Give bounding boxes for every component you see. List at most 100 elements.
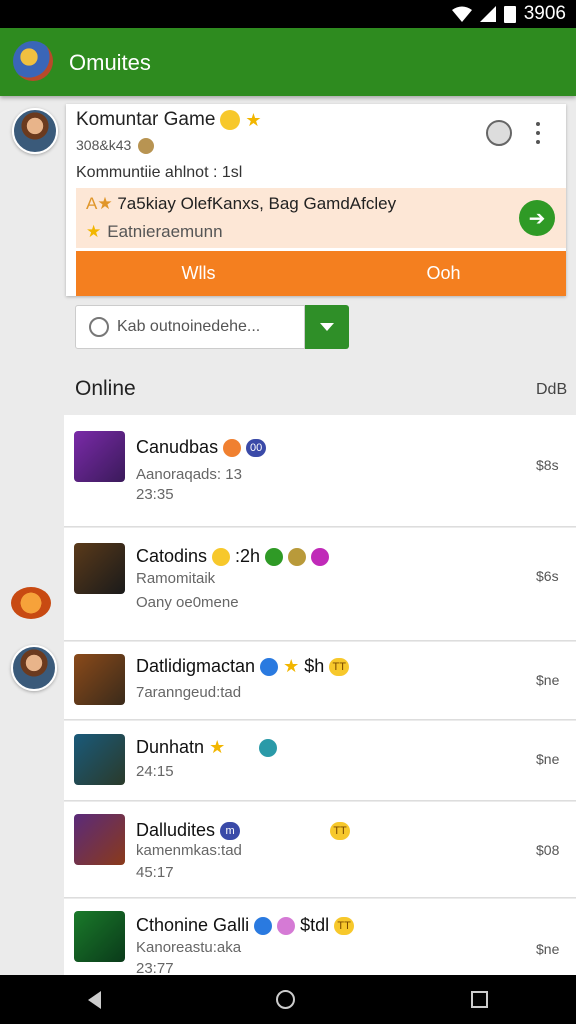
row-price: $ne	[536, 941, 560, 957]
game-card: Komuntar Game ★ 308&k43 Kommuntiie ahlno…	[66, 104, 566, 296]
row-title-text: Canudbas	[136, 437, 219, 457]
dropdown-button[interactable]	[305, 305, 349, 349]
status-bar: 3906	[0, 0, 576, 28]
badge-icon	[265, 547, 284, 566]
badge-icon	[288, 547, 307, 566]
smiley-icon	[212, 547, 231, 566]
avatar[interactable]	[12, 108, 58, 154]
row-title: Canudbas 00	[136, 437, 267, 458]
game-icon	[74, 543, 125, 594]
row-title-text: Catodins	[136, 546, 208, 566]
badge-icon	[259, 738, 278, 757]
row-title-extra: $tdl	[300, 915, 330, 935]
badge-icon: 00	[246, 438, 267, 457]
list-item[interactable]: Catodins :2h Ramomitaik Oany oe0mene $6s	[64, 528, 576, 641]
row-title-text: Datlidigmactan	[136, 656, 256, 676]
action-bar: Wlls Ooh	[76, 251, 566, 296]
row-price: $08	[536, 842, 560, 858]
row-title: Catodins :2h	[136, 546, 330, 567]
home-icon[interactable]	[276, 990, 296, 1009]
row-line: 23:77	[136, 960, 174, 975]
badge-icon: TT	[330, 821, 351, 840]
arrow-right-button[interactable]: ➔	[519, 200, 555, 236]
avatar[interactable]	[11, 645, 57, 691]
badge-icon	[254, 916, 273, 935]
star-icon: A★	[86, 194, 113, 213]
list-item[interactable]: Canudbas 00 Aanoraqads: 13 23:35 $8s	[64, 415, 576, 527]
promo-subtitle-label: Eatnieraemunn	[107, 222, 223, 241]
game-icon	[74, 431, 125, 482]
card-line: Kommuntiie ahlnot : 1sl	[76, 164, 243, 181]
promo-text: A★ 7a5kiay OlefKanxs, Bag GamdAfcley	[86, 194, 396, 214]
row-title-text: Dunhatn	[136, 737, 205, 757]
smiley-icon	[220, 110, 241, 130]
row-title-text: Dalludites	[136, 820, 216, 840]
row-price: $8s	[536, 457, 559, 473]
section-title: Online	[75, 377, 136, 400]
back-icon[interactable]	[87, 990, 101, 1009]
promo-subtitle: ★ Eatnieraemunn	[86, 222, 223, 242]
row-title-extra: $h	[304, 656, 325, 676]
star-icon: ★	[86, 222, 102, 241]
app-bar: Omuites	[0, 28, 576, 96]
star-icon: ★	[283, 656, 300, 676]
game-list: Canudbas 00 Aanoraqads: 13 23:35 $8s Cat…	[64, 415, 576, 975]
promo-text-label: 7a5kiay OlefKanxs, Bag GamdAfcley	[117, 194, 397, 213]
search-icon	[89, 317, 109, 337]
more-options-icon[interactable]	[531, 120, 545, 146]
row-title-text: Cthonine Galli	[136, 915, 250, 935]
badge-icon[interactable]	[11, 587, 51, 619]
cookie-icon	[138, 138, 155, 155]
app-title: Omuites	[69, 50, 151, 75]
list-item[interactable]: Cthonine Galli $tdl TT Kanoreastu:aka 23…	[64, 899, 576, 975]
navigation-bar	[0, 975, 576, 1024]
row-line: kamenmkas:tad	[136, 842, 242, 859]
star-icon: ★	[209, 737, 226, 757]
star-icon: ★	[245, 109, 262, 130]
game-icon	[74, 911, 125, 962]
status-time: 3906	[523, 3, 566, 24]
badge-icon	[311, 547, 330, 566]
badge-icon: m	[220, 821, 241, 840]
list-item[interactable]: Dalludites m TT kamenmkas:tad 45:17 $08	[64, 802, 576, 898]
search-input[interactable]: Kab outnoinedehe...	[75, 305, 305, 349]
row-title-extra: :2h	[235, 546, 261, 566]
game-icon	[74, 734, 125, 785]
status-icons: 3906	[451, 3, 566, 25]
row-line: 24:15	[136, 763, 174, 780]
row-price: $ne	[536, 672, 560, 688]
row-title: Dalludites m TT	[136, 820, 351, 841]
badge-icon	[277, 916, 296, 935]
row-line: 45:17	[136, 864, 174, 881]
signal-icon	[479, 6, 496, 22]
row-line: Oany oe0mene	[136, 594, 239, 611]
row-line: Kanoreastu:aka	[136, 939, 242, 956]
section-action[interactable]: DdB	[536, 381, 567, 399]
row-line: Aanoraqads: 13	[136, 466, 242, 483]
card-title: Komuntar Game ★	[76, 109, 262, 131]
badge-icon: TT	[334, 916, 355, 935]
card-subtitle-text: 308&k43	[76, 137, 132, 153]
row-line: 7aranngeud:tad	[136, 684, 242, 701]
row-title: Datlidigmactan ★ $h TT	[136, 656, 350, 677]
battery-icon	[503, 5, 516, 23]
app-logo-icon[interactable]	[13, 41, 53, 81]
row-line: Ramomitaik	[136, 570, 216, 587]
list-item[interactable]: Dunhatn ★ 24:15 $ne	[64, 721, 576, 801]
badge-icon: TT	[329, 657, 350, 676]
card-subtitle: 308&k43	[76, 137, 155, 155]
game-icon	[74, 654, 125, 705]
row-price: $6s	[536, 568, 559, 584]
search-text: Kab outnoinedehe...	[117, 318, 261, 335]
game-icon	[74, 814, 125, 865]
card-title-text: Komuntar Game	[76, 109, 216, 130]
row-price: $ne	[536, 751, 560, 767]
action-button-right[interactable]: Ooh	[321, 251, 566, 296]
badge-icon	[223, 438, 242, 457]
row-line: 23:35	[136, 486, 174, 503]
recent-apps-icon[interactable]	[471, 991, 489, 1008]
action-button-left[interactable]: Wlls	[76, 251, 321, 296]
list-item[interactable]: Datlidigmactan ★ $h TT 7aranngeud:tad $n…	[64, 642, 576, 720]
promo-banner[interactable]: A★ 7a5kiay OlefKanxs, Bag GamdAfcley ★ Ea…	[76, 188, 566, 248]
sad-face-icon[interactable]	[486, 120, 512, 146]
